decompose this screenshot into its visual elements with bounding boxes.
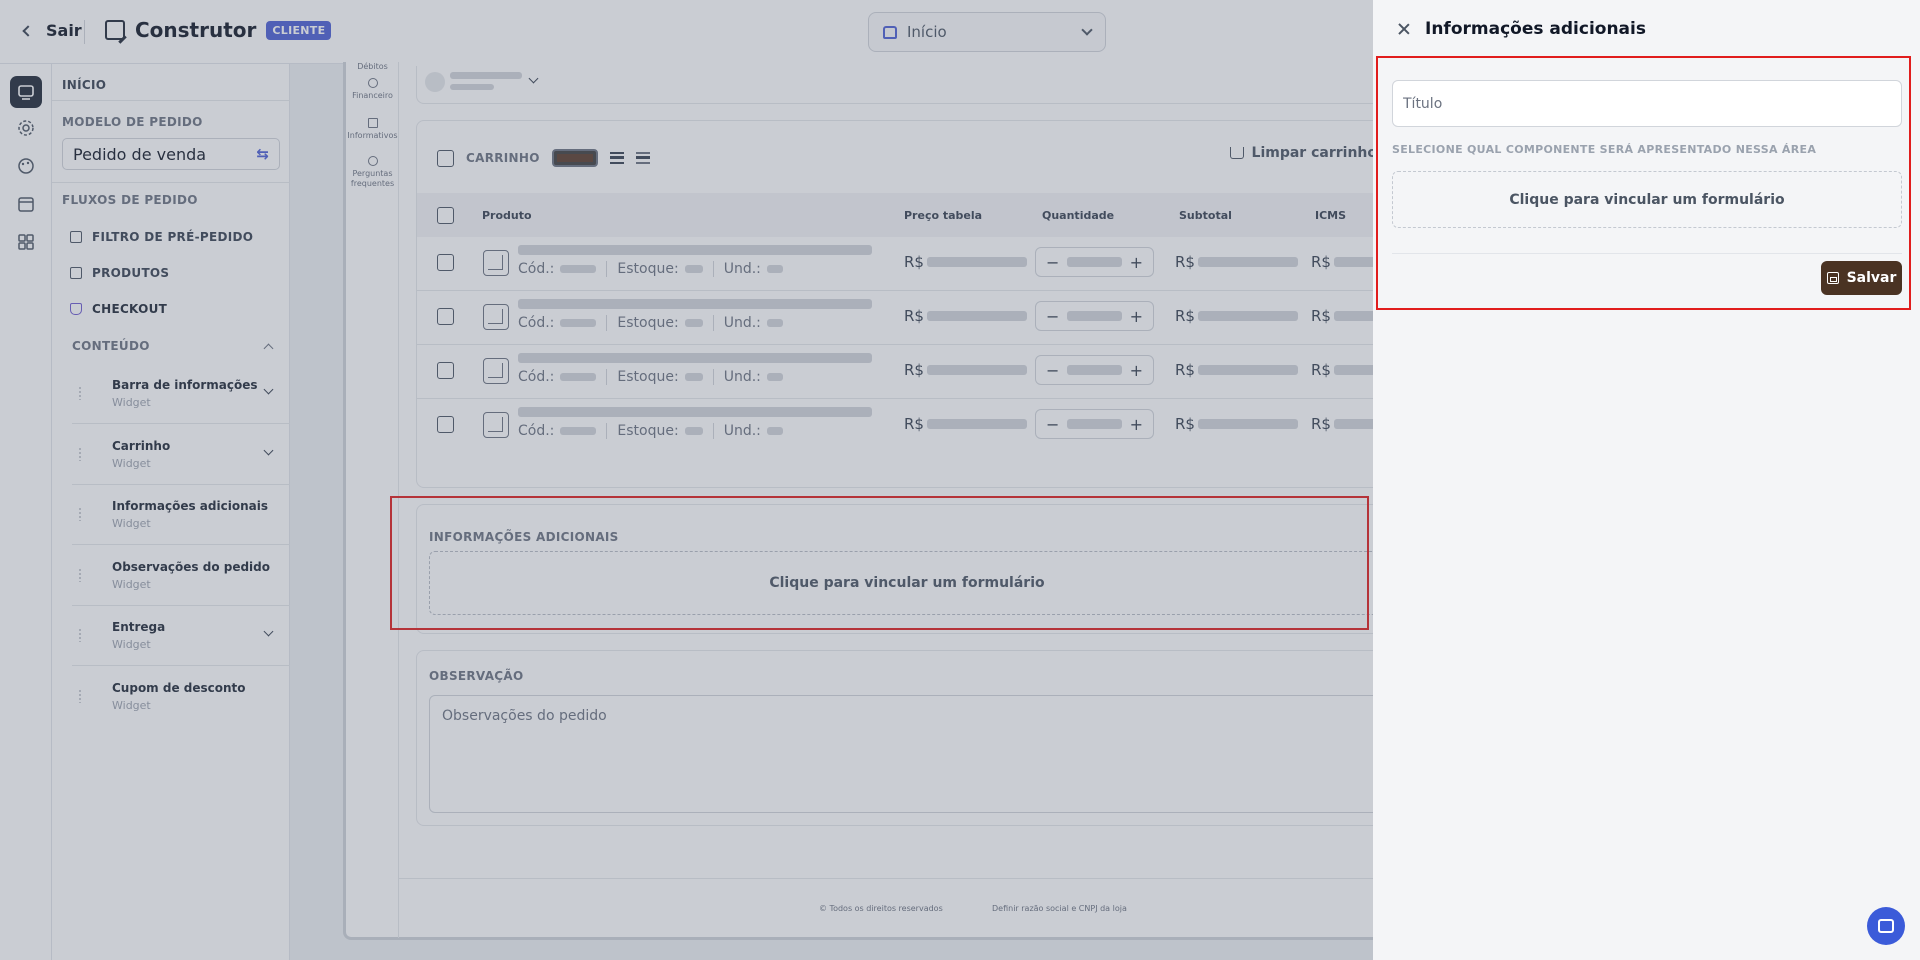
save-icon <box>1826 272 1839 284</box>
save-button[interactable]: Salvar <box>1821 261 1902 295</box>
component-select-label: SELECIONE QUAL COMPONENTE SERÁ APRESENTA… <box>1392 143 1817 156</box>
save-label: Salvar <box>1846 270 1897 286</box>
chat-icon <box>1878 919 1894 933</box>
title-input[interactable] <box>1392 80 1902 127</box>
panel-title: Informações adicionais <box>1425 19 1646 39</box>
modal-overlay[interactable] <box>0 0 1373 960</box>
close-icon[interactable] <box>1395 20 1413 38</box>
side-panel: Informações adicionais SELECIONE QUAL CO… <box>1373 0 1920 960</box>
divider <box>1392 253 1902 254</box>
chat-button[interactable] <box>1867 907 1905 945</box>
link-form-button[interactable]: Clique para vincular um formulário <box>1392 171 1902 228</box>
